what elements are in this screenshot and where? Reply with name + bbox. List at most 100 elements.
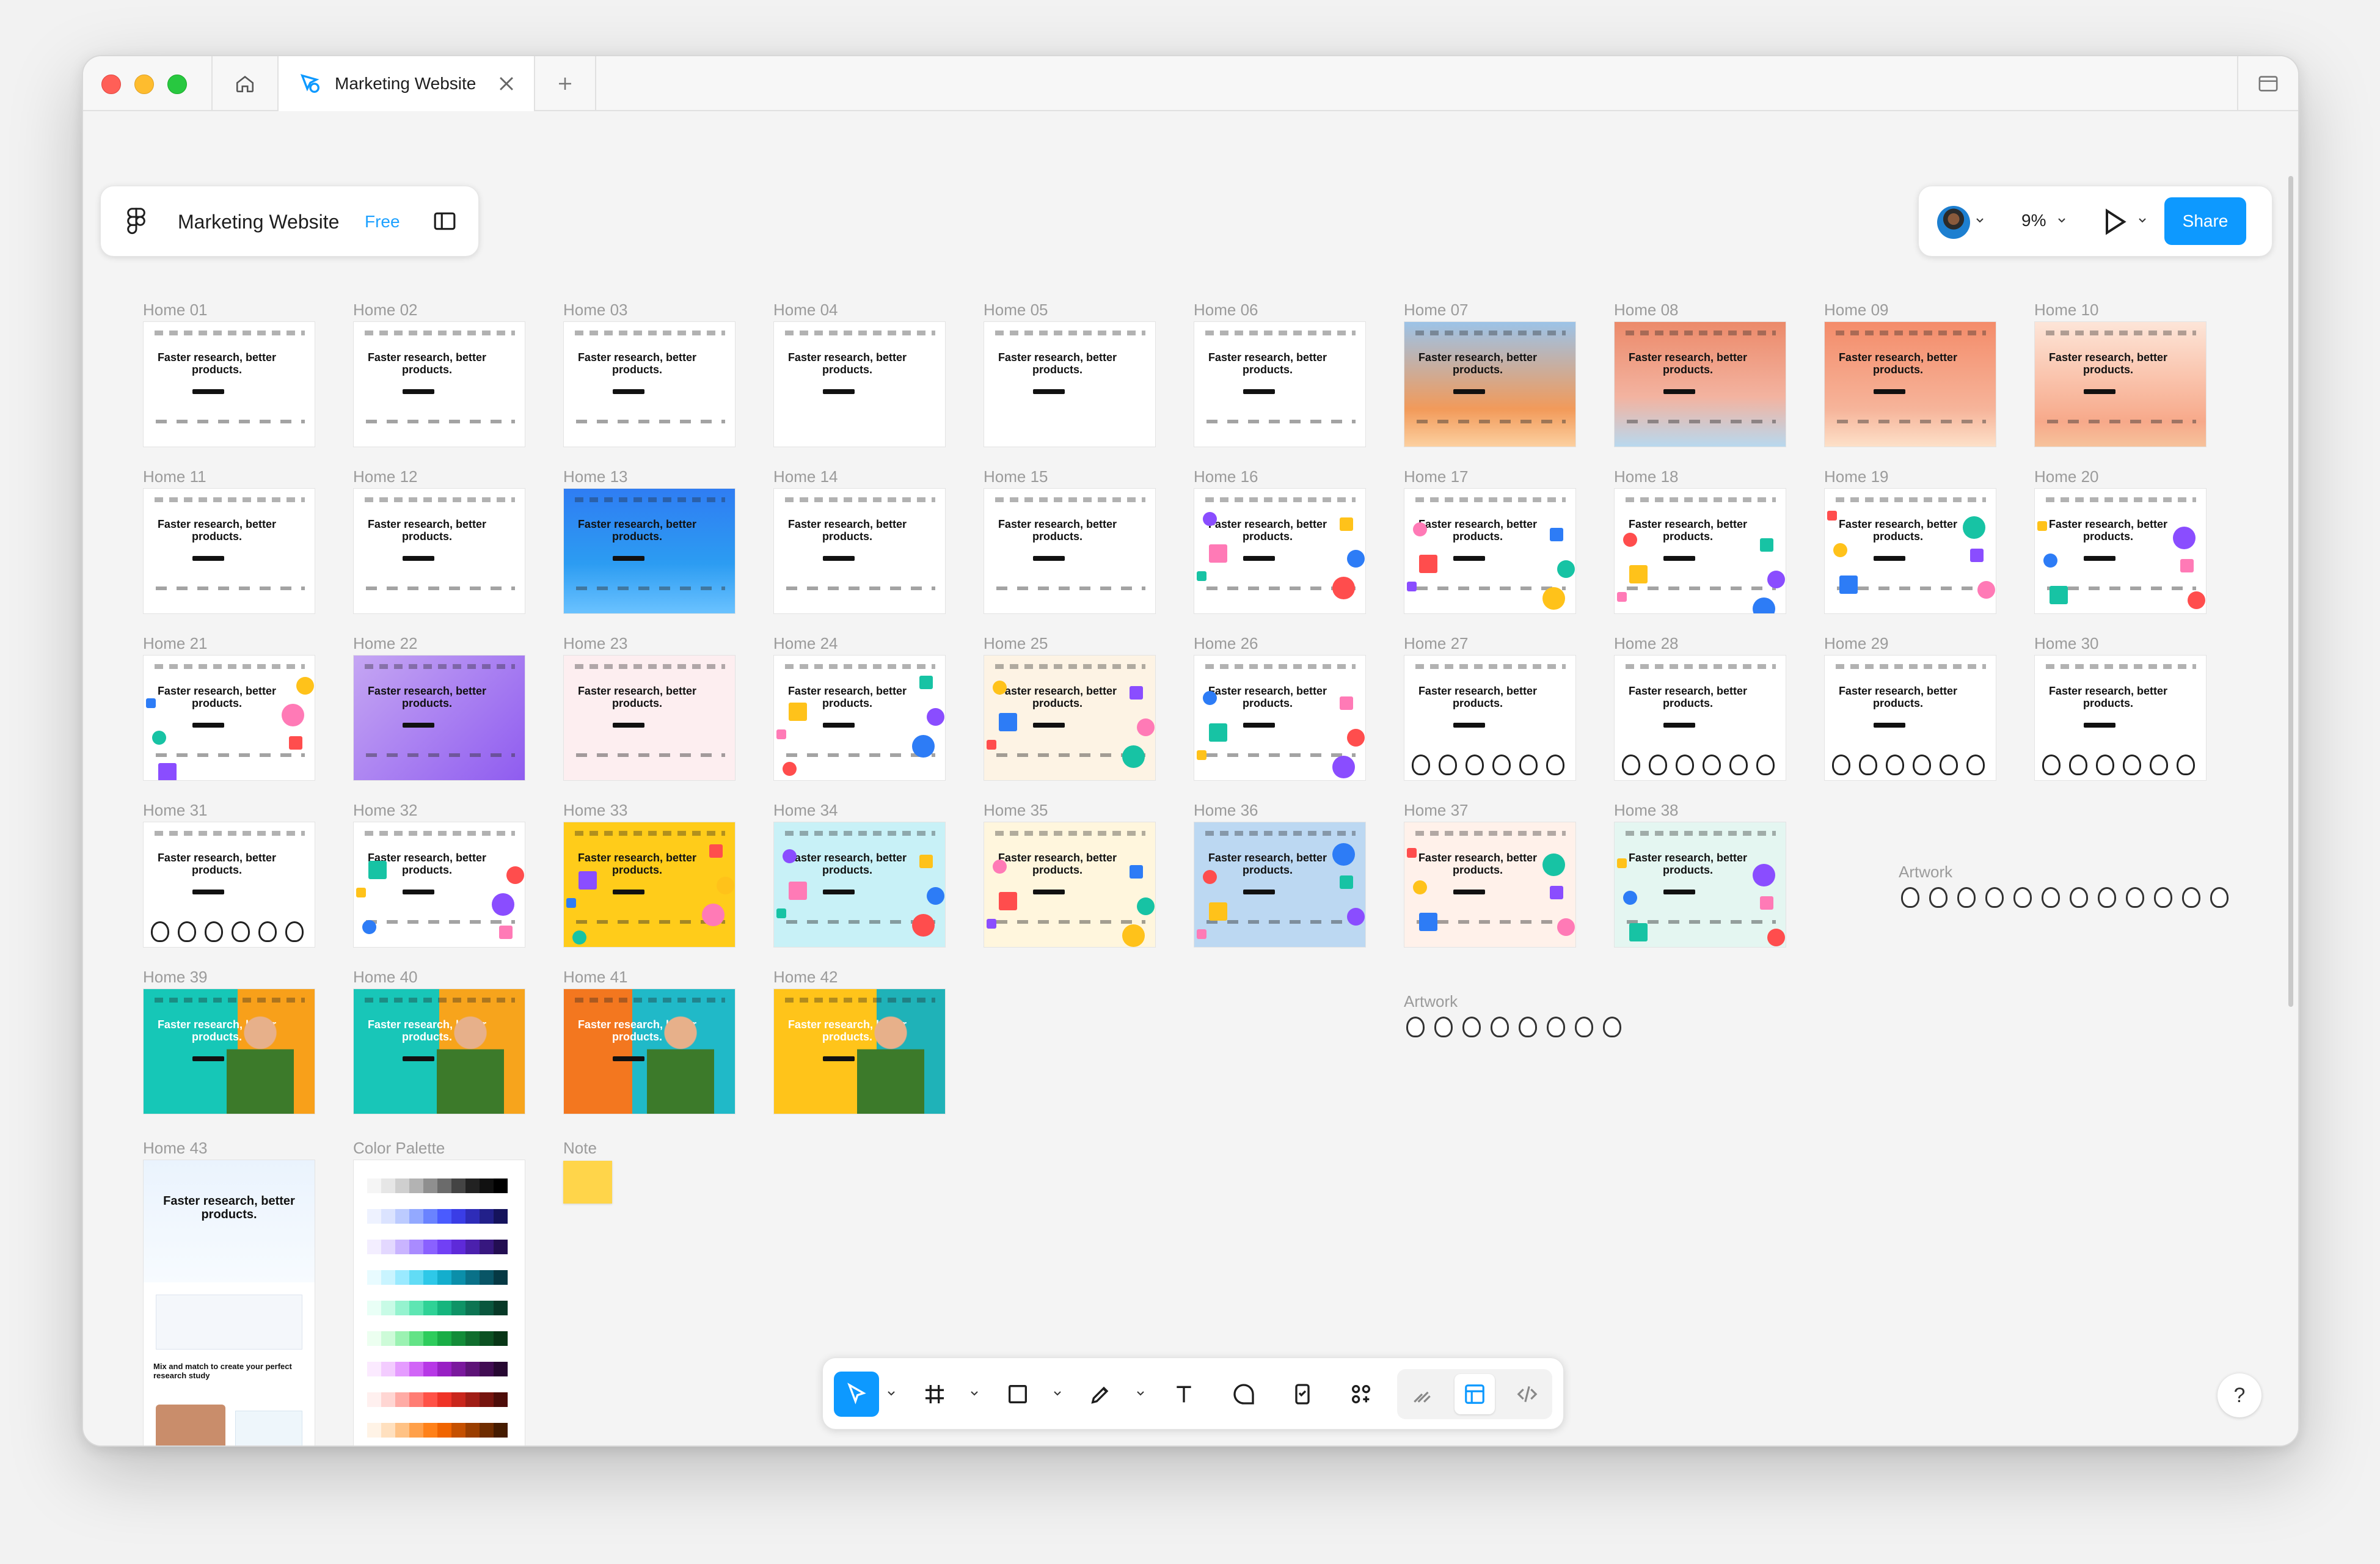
sidebar-window-button[interactable] — [2237, 56, 2298, 111]
frame-thumbnail[interactable]: Faster research, better products. — [143, 988, 315, 1114]
frame-thumbnail[interactable]: Faster research, better products. — [1614, 488, 1786, 614]
frame-thumbnail[interactable]: Faster research, better products. — [2034, 488, 2207, 614]
color-swatch — [437, 1178, 451, 1193]
new-tab-button[interactable] — [535, 56, 596, 111]
frame-thumbnail[interactable]: Faster research, better products. — [1404, 488, 1576, 614]
frame-thumbnail[interactable]: Faster research, better products. — [353, 321, 525, 447]
help-button[interactable]: ? — [2218, 1373, 2261, 1417]
frame-thumbnail[interactable]: Faster research, better products. — [563, 321, 736, 447]
frame-thumbnail[interactable]: Faster research, better products. — [563, 488, 736, 614]
frame-thumbnail[interactable]: Faster research, better products. — [1824, 488, 1996, 614]
frame-thumbnail[interactable]: Faster research, better products. — [1194, 488, 1366, 614]
thumb-nav — [155, 497, 305, 502]
color-swatch — [465, 1178, 480, 1193]
user-avatar[interactable] — [1937, 206, 1970, 239]
thumb-nav — [1836, 664, 1986, 669]
frame-thumbnail[interactable]: Faster research, better products. — [1194, 321, 1366, 447]
frame-thumbnail[interactable]: Faster research, better products. — [2034, 655, 2207, 781]
frame-thumbnail[interactable]: Faster research, better products. — [353, 822, 525, 948]
tab-marketing-website[interactable]: Marketing Website — [279, 56, 535, 111]
frame-thumbnail[interactable]: Faster research, better products. — [353, 488, 525, 614]
frame-thumbnail[interactable]: Faster research, better products. — [563, 655, 736, 781]
thumb-headline: Faster research, better products. — [1418, 685, 1538, 709]
frame-thumbnail[interactable]: Faster research, better products. — [984, 321, 1156, 447]
frame-thumbnail[interactable]: Faster research, better products. — [143, 488, 315, 614]
frame-thumbnail[interactable]: Faster research, better products. — [1404, 655, 1576, 781]
frame-thumbnail[interactable]: Faster research, better products. — [2034, 321, 2207, 447]
vertical-scrollbar[interactable] — [2288, 176, 2293, 1007]
frame-thumbnail[interactable]: Faster research, better products. — [773, 488, 946, 614]
frame-thumbnail[interactable]: Faster research, better products. — [143, 321, 315, 447]
zoom-window-button[interactable] — [167, 75, 187, 94]
file-name[interactable]: Marketing Website — [178, 211, 339, 233]
frame-thumbnail[interactable]: Faster research, better products. — [353, 655, 525, 781]
frame-thumbnail[interactable]: Faster research, better products. — [143, 655, 315, 781]
chevron-down-icon[interactable] — [2137, 217, 2147, 224]
toggle-sidebar-icon[interactable] — [433, 211, 456, 232]
frame-thumbnail[interactable]: Faster research, better products. — [773, 655, 946, 781]
frame-thumbnail[interactable]: Faster research, better products. — [773, 321, 946, 447]
share-button[interactable]: Share — [2164, 197, 2246, 245]
home-button[interactable] — [211, 56, 279, 111]
color-swatch — [480, 1331, 494, 1346]
frame-thumbnail[interactable]: Faster research, better products. — [1194, 655, 1366, 781]
frame-thumbnail[interactable]: Faster research, better products. — [1404, 822, 1576, 948]
thumb-cta — [823, 389, 855, 394]
frame-thumbnail[interactable]: Faster research, better products. — [984, 822, 1156, 948]
chevron-down-icon[interactable] — [1053, 1390, 1062, 1397]
close-window-button[interactable] — [101, 75, 121, 94]
move-tool-button[interactable] — [834, 1372, 879, 1417]
frame-thumbnail[interactable]: Faster research, better products. — [773, 822, 946, 948]
frame-thumbnail[interactable]: Faster research, better products. — [1614, 321, 1786, 447]
pen-tool-button[interactable] — [1078, 1372, 1123, 1417]
decor-shape — [1617, 858, 1627, 868]
figma-logo-icon[interactable] — [125, 207, 147, 236]
frame-thumbnail[interactable]: Faster research, better products. — [563, 988, 736, 1114]
frame-thumbnail[interactable]: Faster research, better products. — [773, 988, 946, 1114]
sticky-note[interactable] — [563, 1161, 612, 1204]
chevron-down-icon[interactable] — [1975, 217, 1985, 224]
frame-thumbnail[interactable]: Faster research, better products. — [1824, 655, 1996, 781]
frame-thumbnail[interactable]: Faster research, better products. Mix an… — [143, 1160, 315, 1445]
frame-thumbnail[interactable]: Faster research, better products. — [353, 988, 525, 1114]
assets-tool-button[interactable] — [1338, 1372, 1384, 1417]
thumb-nav — [1415, 831, 1566, 836]
frame-label: Home 05 — [984, 301, 1048, 319]
present-play-icon[interactable] — [2102, 208, 2126, 235]
frame-thumbnail[interactable]: Faster research, better products. — [1614, 655, 1786, 781]
minimize-window-button[interactable] — [134, 75, 154, 94]
text-tool-button[interactable] — [1161, 1372, 1206, 1417]
zoom-level[interactable]: 9% — [2021, 211, 2046, 230]
frame-thumbnail[interactable]: Faster research, better products. — [1824, 321, 1996, 447]
chevron-down-icon[interactable] — [969, 1390, 979, 1397]
decor-shape — [2050, 586, 2068, 604]
color-swatch — [494, 1331, 508, 1346]
color-swatch — [480, 1270, 494, 1285]
illustrated-face — [2096, 755, 2114, 775]
frame-thumbnail[interactable]: Faster research, better products. — [984, 488, 1156, 614]
dev-mode-button[interactable] — [1507, 1374, 1547, 1414]
frame-thumbnail[interactable]: Faster research, better products. — [1614, 822, 1786, 948]
palette-thumbnail[interactable] — [353, 1160, 525, 1445]
chevron-down-icon[interactable] — [2057, 217, 2067, 224]
thumb-cta — [2084, 723, 2115, 728]
text-icon — [1177, 1386, 1191, 1403]
frame-thumbnail[interactable]: Faster research, better products. — [143, 822, 315, 948]
decor-shape — [1137, 897, 1155, 915]
stamp-tool-button[interactable] — [1280, 1372, 1325, 1417]
design-canvas[interactable]: Marketing Website Free 9% Share Home 01 F… — [83, 112, 2298, 1445]
frame-tool-button[interactable] — [912, 1372, 957, 1417]
design-mode-button[interactable] — [1455, 1374, 1495, 1414]
chevron-down-icon[interactable] — [886, 1390, 896, 1397]
shape-tool-button[interactable] — [995, 1372, 1040, 1417]
frame-thumbnail[interactable]: Faster research, better products. — [1404, 321, 1576, 447]
frame-thumbnail[interactable]: Faster research, better products. — [1194, 822, 1366, 948]
frame-thumbnail[interactable]: Faster research, better products. — [984, 655, 1156, 781]
comment-tool-button[interactable] — [1221, 1372, 1266, 1417]
chevron-down-icon[interactable] — [1136, 1390, 1145, 1397]
frame-thumbnail[interactable]: Faster research, better products. — [563, 822, 736, 948]
close-tab-icon[interactable] — [496, 73, 517, 94]
draw-icon — [1414, 1391, 1431, 1403]
draw-mode-button[interactable] — [1402, 1374, 1442, 1414]
thumb-nav — [365, 497, 515, 502]
